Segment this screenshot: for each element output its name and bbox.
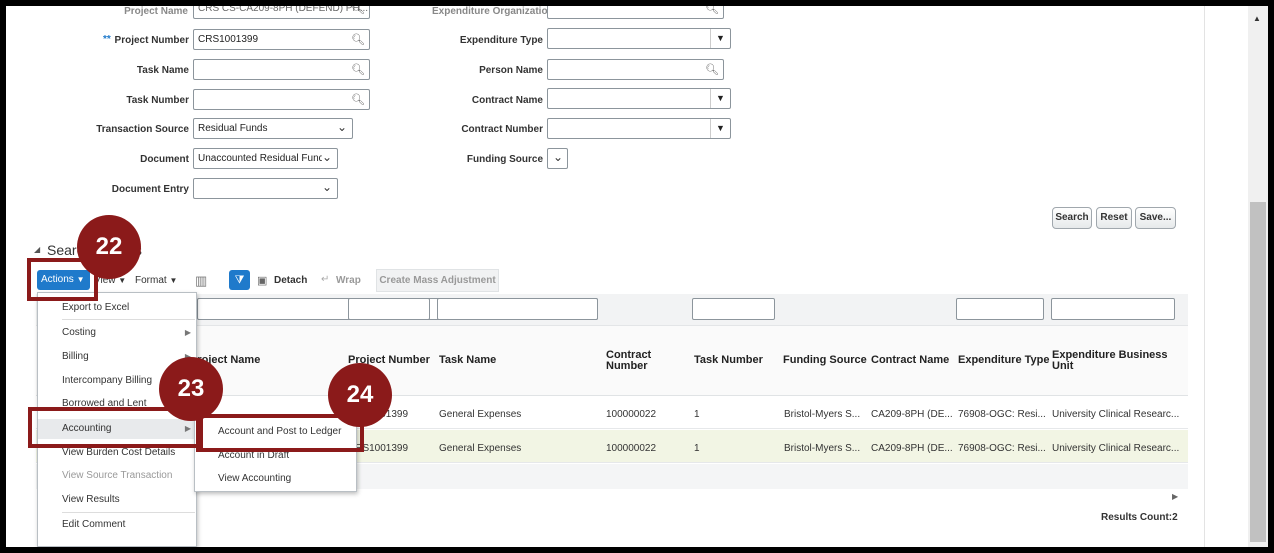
cell-funding-source: Bristol-Myers S... bbox=[784, 409, 861, 420]
cell-contract-number: 100000022 bbox=[606, 443, 657, 454]
expenditure-type-select[interactable]: ▼ bbox=[547, 28, 731, 49]
search-button[interactable]: Search bbox=[1052, 207, 1092, 229]
cell-task-name: General Expenses bbox=[439, 443, 522, 454]
task-number-label: Task Number bbox=[126, 95, 189, 106]
cell-business-unit: University Clinical Researc... bbox=[1052, 443, 1180, 454]
dropdown-arrow-icon: ▼ bbox=[118, 276, 127, 285]
search-icon[interactable]: 🔍︎ bbox=[351, 6, 365, 15]
document-select[interactable]: Unaccounted Residual Funds ⌄ bbox=[193, 148, 338, 169]
project-name-label: Project Name bbox=[124, 6, 188, 17]
col-contract-number[interactable]: Contract Number bbox=[606, 350, 666, 372]
contract-name-select[interactable]: ▼ bbox=[547, 88, 731, 109]
reset-button[interactable]: Reset bbox=[1096, 207, 1132, 229]
transaction-source-select[interactable]: Residual Funds ⌄ bbox=[193, 118, 353, 139]
cell-contract-name: CA209-8PH (DE... bbox=[871, 409, 953, 420]
menu-item-edit-comment[interactable]: Edit Comment bbox=[38, 515, 196, 535]
search-icon[interactable]: 🔍︎ bbox=[705, 63, 719, 76]
chevron-right-icon: ▶ bbox=[184, 328, 191, 337]
project-number-label: Project Number bbox=[114, 35, 189, 46]
scroll-up-icon[interactable]: ▲ bbox=[1253, 14, 1261, 23]
cell-contract-name: CA209-8PH (DE... bbox=[871, 443, 953, 454]
collapse-triangle-icon[interactable]: ◢ bbox=[34, 245, 40, 254]
menu-divider bbox=[62, 319, 195, 320]
expenditure-org-label: Expenditure Organization bbox=[432, 6, 554, 17]
wrap-button[interactable]: Wrap bbox=[336, 275, 361, 286]
menu-item-costing[interactable]: Costing ▶ bbox=[38, 323, 196, 343]
format-menu[interactable]: Format ▼ bbox=[135, 275, 177, 286]
document-label: Document bbox=[140, 154, 189, 165]
app-window: Project Name CRS CS-CA209-8PH (DEFEND) P… bbox=[6, 6, 1268, 547]
wrap-icon: ↵ bbox=[321, 274, 330, 285]
person-name-label: Person Name bbox=[479, 65, 543, 76]
cell-expenditure-type: 76908-OGC: Resi... bbox=[958, 409, 1046, 420]
contract-number-label: Contract Number bbox=[461, 124, 543, 135]
contract-number-select[interactable]: ▼ bbox=[547, 118, 731, 139]
detach-button[interactable]: Detach bbox=[274, 275, 307, 286]
cell-contract-number: 100000022 bbox=[606, 409, 657, 420]
chevron-down-icon: ⌄ bbox=[321, 180, 332, 194]
menu-item-view-accounting[interactable]: View Accounting bbox=[195, 469, 356, 489]
cell-task-number: 1 bbox=[694, 443, 700, 454]
funding-source-label: Funding Source bbox=[466, 154, 543, 165]
scrollbar-thumb[interactable] bbox=[1250, 202, 1266, 542]
expenditure-org-input[interactable]: 🔍︎ bbox=[547, 6, 724, 19]
transaction-source-label: Transaction Source bbox=[96, 124, 189, 135]
col-task-number[interactable]: Task Number bbox=[694, 355, 763, 366]
freeze-icon[interactable]: ▥ bbox=[195, 273, 207, 289]
contract-name-label: Contract Name bbox=[471, 95, 543, 106]
filter-expenditure-type[interactable] bbox=[956, 298, 1044, 320]
task-name-label: Task Name bbox=[136, 65, 189, 76]
create-mass-adjustment-button[interactable]: Create Mass Adjustment bbox=[376, 269, 499, 292]
search-icon[interactable]: 🔍︎ bbox=[351, 33, 365, 46]
document-entry-label: Document Entry bbox=[111, 184, 189, 195]
expenditure-type-label: Expenditure Type bbox=[459, 35, 543, 46]
funding-source-select[interactable]: ⌄ bbox=[547, 148, 568, 169]
dropdown-arrow-icon[interactable]: ▼ bbox=[710, 89, 730, 108]
chevron-down-icon: ⌄ bbox=[321, 150, 332, 164]
callout-badge-23: 23 bbox=[159, 357, 223, 421]
filter-task-name[interactable] bbox=[437, 298, 598, 320]
filter-business-unit[interactable] bbox=[1051, 298, 1175, 320]
detach-icon[interactable]: ▣ bbox=[257, 274, 267, 287]
divider bbox=[1204, 6, 1205, 547]
results-count: Results Count:2 bbox=[1101, 512, 1178, 523]
search-icon[interactable]: 🔍︎ bbox=[351, 93, 365, 106]
dropdown-arrow-icon: ▼ bbox=[169, 276, 178, 285]
chevron-down-icon: ⌄ bbox=[336, 120, 347, 134]
menu-item-view-source-transaction[interactable]: View Source Transaction bbox=[38, 466, 196, 486]
filter-project-number[interactable] bbox=[348, 298, 430, 320]
save-button[interactable]: Save... bbox=[1135, 207, 1176, 229]
dropdown-arrow-icon[interactable]: ▼ bbox=[710, 29, 730, 48]
callout-badge-22: 22 bbox=[77, 215, 141, 279]
dropdown-arrow-icon[interactable]: ▼ bbox=[710, 119, 730, 138]
search-icon[interactable]: 🔍︎ bbox=[705, 6, 719, 15]
menu-item-export-to-excel[interactable]: Export to Excel bbox=[38, 298, 196, 318]
query-by-example-icon[interactable]: ⧩ bbox=[229, 270, 250, 290]
chevron-down-icon: ⌄ bbox=[552, 150, 563, 164]
col-expenditure-type[interactable]: Expenditure Type bbox=[958, 355, 1049, 366]
scroll-right-icon[interactable]: ▶ bbox=[1172, 492, 1178, 501]
col-expenditure-business-unit[interactable]: Expenditure Business Unit bbox=[1052, 350, 1182, 372]
document-entry-select[interactable]: ⌄ bbox=[193, 178, 338, 199]
cell-task-number: 1 bbox=[694, 409, 700, 420]
project-name-input[interactable]: CRS CS-CA209-8PH (DEFEND) PH... 🔍︎ bbox=[193, 6, 370, 19]
col-funding-source[interactable]: Funding Source bbox=[783, 355, 867, 366]
callout-badge-24: 24 bbox=[328, 363, 392, 427]
menu-item-view-results[interactable]: View Results bbox=[38, 490, 196, 510]
cell-task-name: General Expenses bbox=[439, 409, 522, 420]
cell-expenditure-type: 76908-OGC: Resi... bbox=[958, 443, 1046, 454]
task-name-input[interactable]: 🔍︎ bbox=[193, 59, 370, 80]
menu-divider bbox=[62, 512, 195, 513]
cell-business-unit: University Clinical Researc... bbox=[1052, 409, 1180, 420]
search-icon[interactable]: 🔍︎ bbox=[351, 63, 365, 76]
filter-task-number[interactable] bbox=[692, 298, 775, 320]
cell-funding-source: Bristol-Myers S... bbox=[784, 443, 861, 454]
col-contract-name[interactable]: Contract Name bbox=[871, 355, 949, 366]
task-number-input[interactable]: 🔍︎ bbox=[193, 89, 370, 110]
project-number-input[interactable]: CRS1001399 🔍︎ bbox=[193, 29, 370, 50]
person-name-input[interactable]: 🔍︎ bbox=[547, 59, 724, 80]
col-task-name[interactable]: Task Name bbox=[439, 355, 496, 366]
